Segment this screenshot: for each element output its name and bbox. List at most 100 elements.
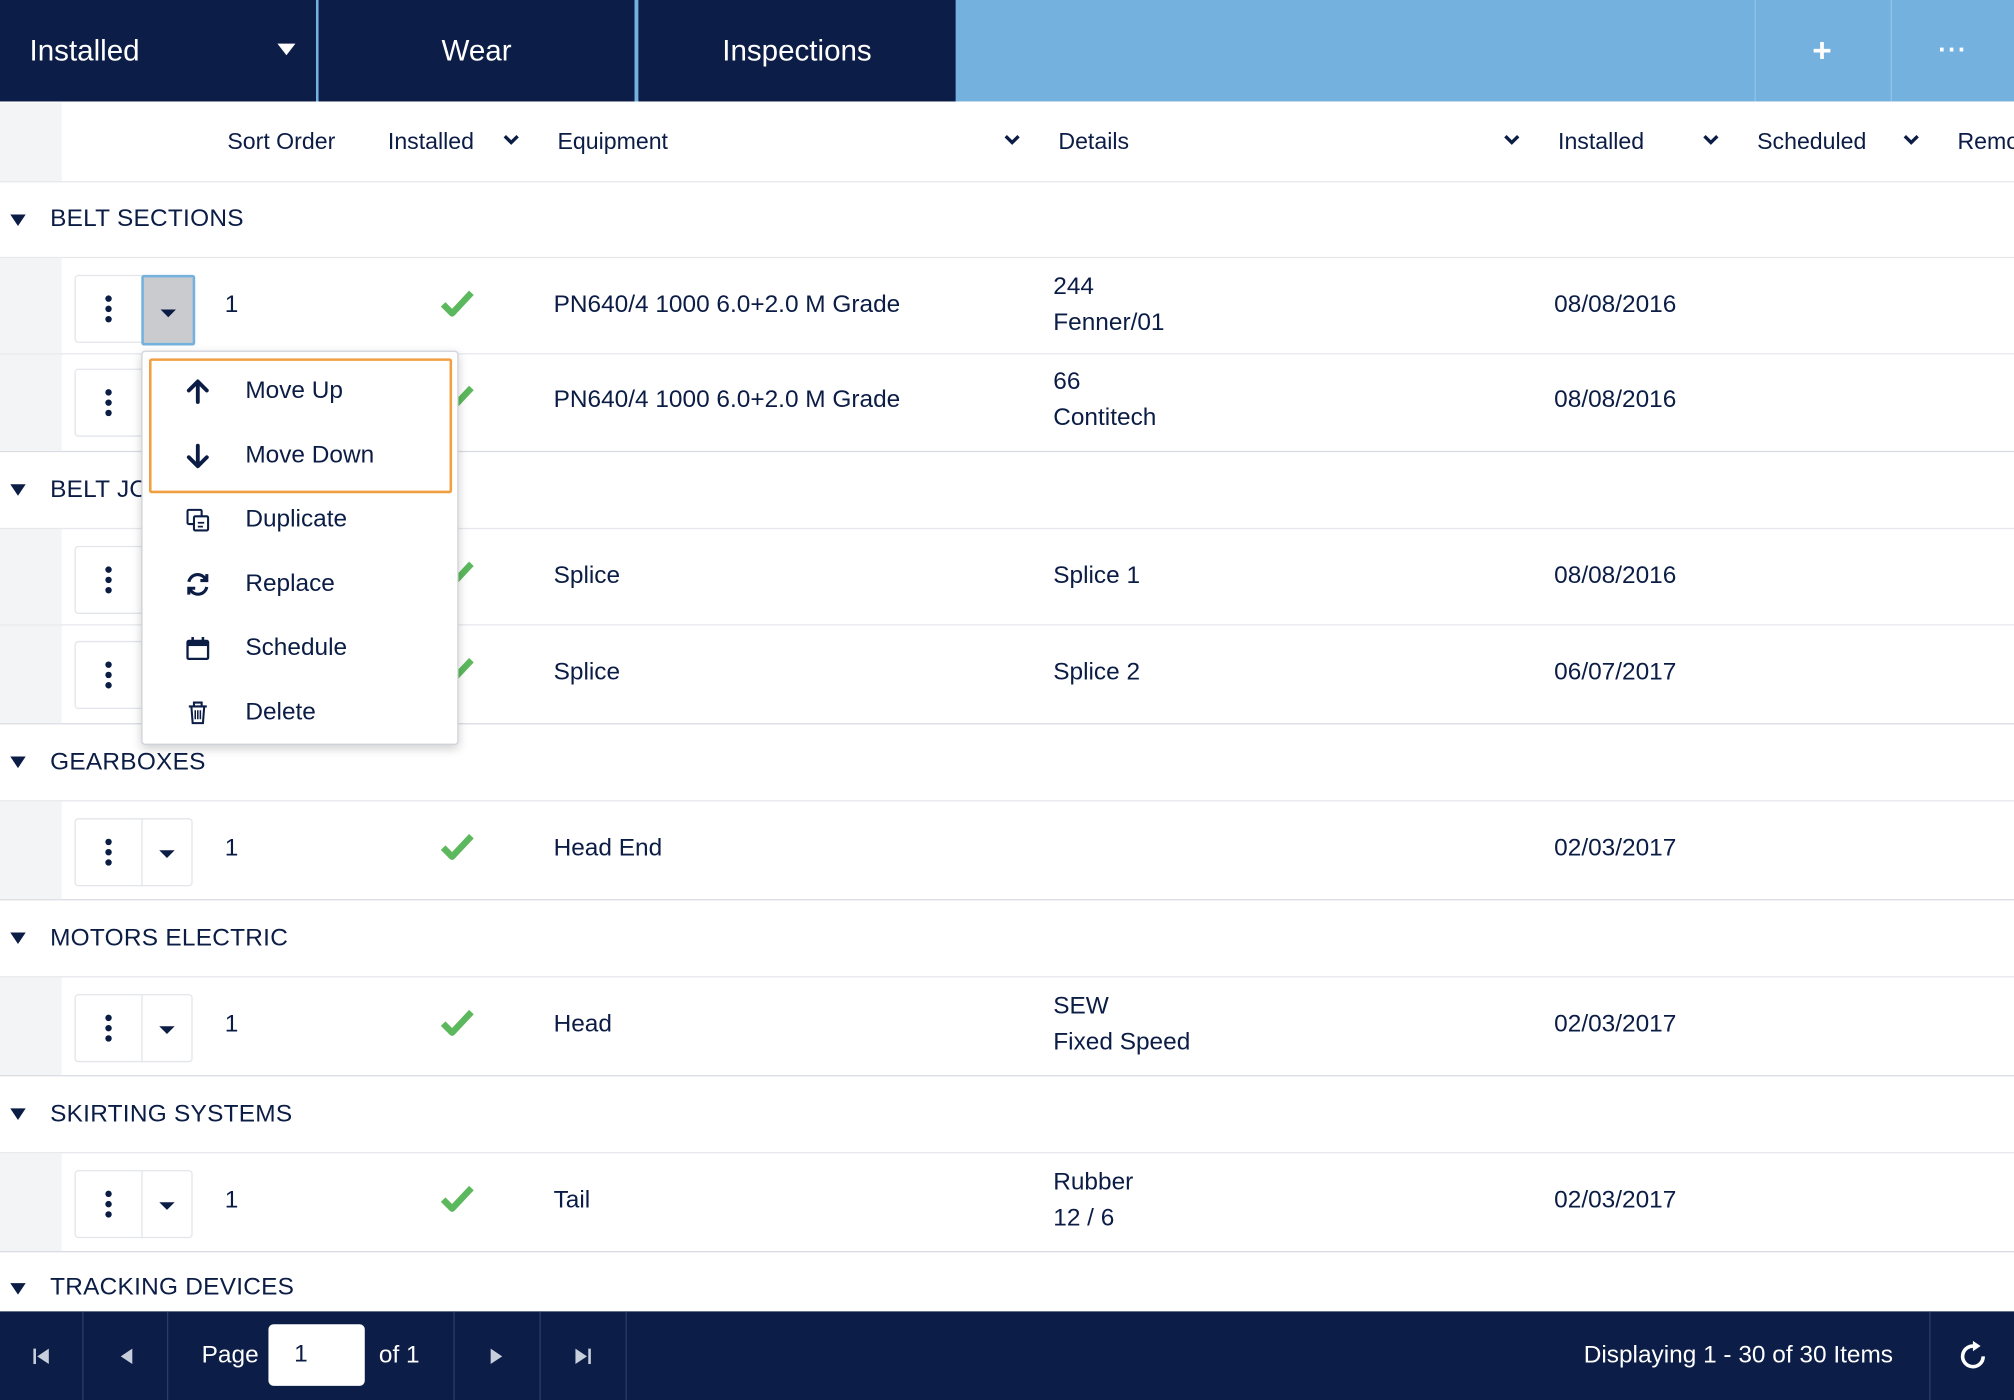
next-icon [490,1347,503,1364]
column-header-sort-order[interactable]: Sort Order [227,103,335,181]
details-line1: Splice 2 [1053,658,1141,686]
arrow-down-icon [186,443,209,469]
tab-inspections[interactable]: Inspections [638,0,956,102]
kebab-menu-icon[interactable] [76,995,142,1061]
checkmark-icon [440,1185,474,1212]
menu-item-label: Duplicate [245,506,348,534]
kebab-menu-icon[interactable] [76,642,142,708]
plus-icon: + [1812,30,1832,70]
row-gutter [0,1153,62,1252]
menu-item-label: Delete [245,698,316,726]
tab-installed[interactable]: Installed [0,0,316,102]
collapse-triangle-icon[interactable] [10,1108,26,1120]
menu-item-move-up[interactable]: Move Up [143,360,458,424]
sort-order-cell: 1 [224,1010,239,1038]
kebab-menu-icon[interactable] [76,819,142,885]
details-line1: 66 [1053,368,1081,396]
group-header-tracking-devices[interactable]: TRACKING DEVICES [0,1252,2014,1316]
group-header-belt-sections[interactable]: BELT SECTIONS [0,182,2014,259]
sort-order-cell: 1 [224,291,239,319]
equipment-cell: PN640/4 1000 6.0+2.0 M Grade [553,291,901,319]
details-line1: 244 [1053,273,1094,301]
last-page-button[interactable] [541,1311,627,1400]
refresh-icon [187,573,209,596]
kebab-menu-icon[interactable] [76,547,142,613]
details-line1: Splice 1 [1053,562,1141,590]
tab-wear[interactable]: Wear [318,0,635,102]
column-header-installed[interactable]: Installed [388,103,474,181]
tab-wear-label: Wear [441,33,512,67]
sort-order-cell: 1 [224,834,239,862]
column-header-details[interactable]: Details [1058,103,1129,181]
row-actions [74,994,193,1063]
menu-item-duplicate[interactable]: Duplicate [143,488,458,552]
installed-date-cell: 02/03/2017 [1554,1010,1677,1038]
caret-down-icon [277,43,296,56]
row-gutter [0,258,62,354]
first-page-button[interactable] [0,1311,84,1400]
row-dropdown-button[interactable] [141,819,191,885]
pager-bar: Page of 1 Displaying 1 - 30 of 30 Items [0,1311,2014,1400]
collapse-triangle-icon[interactable] [10,1283,26,1295]
duplicate-icon [186,508,210,532]
page-label: Page [201,1341,259,1369]
equipment-cell: Head [553,1010,612,1038]
chevron-down-icon[interactable] [502,131,520,149]
refresh-button[interactable] [1929,1311,2014,1400]
group-name: TRACKING DEVICES [50,1274,295,1302]
chevron-down-icon[interactable] [1503,131,1521,149]
kebab-menu-icon[interactable] [76,276,142,342]
previous-icon [120,1347,132,1364]
menu-item-move-down[interactable]: Move Down [143,424,458,488]
row-gutter [0,801,62,900]
add-button[interactable]: + [1754,0,1889,102]
installed-date-cell: 08/08/2016 [1554,291,1677,319]
chevron-down-icon[interactable] [1902,131,1920,149]
group-header-motors-electric[interactable]: MOTORS ELECTRIC [0,900,2014,978]
collapse-triangle-icon[interactable] [10,484,26,496]
row-gutter [0,354,62,451]
collapse-triangle-icon[interactable] [10,932,26,945]
chevron-down-icon[interactable] [1702,131,1720,149]
details-line2: 12 / 6 [1053,1204,1115,1232]
collapse-triangle-icon[interactable] [10,756,26,769]
row-gutter [0,529,62,625]
sort-order-cell: 1 [224,1186,239,1214]
collapse-triangle-icon[interactable] [10,214,26,227]
kebab-menu-icon[interactable] [76,1171,142,1237]
prev-page-button[interactable] [83,1311,169,1400]
equipment-cell: Tail [553,1186,591,1214]
column-header-removed[interactable]: Remo [1957,103,2014,181]
pager-summary: Displaying 1 - 30 of 30 Items [1583,1341,1894,1369]
chevron-down-icon[interactable] [1003,131,1021,149]
equipment-cell: Splice [553,658,621,686]
equipment-cell: Head End [553,834,663,862]
row-dropdown-button[interactable] [141,1171,191,1237]
column-header-equipment[interactable]: Equipment [557,103,668,181]
column-header-scheduled[interactable]: Scheduled [1757,103,1866,181]
trash-icon [188,701,207,725]
installed-date-cell: 08/08/2016 [1554,386,1677,414]
column-header-installed-date[interactable]: Installed [1558,103,1644,181]
details-line1: SEW [1053,992,1109,1020]
menu-item-schedule[interactable]: Schedule [143,617,458,681]
menu-item-replace[interactable]: Replace [143,552,458,616]
menu-item-delete[interactable]: Delete [143,681,458,745]
row-gutter [0,977,62,1076]
kebab-menu-icon[interactable] [76,370,142,436]
next-page-button[interactable] [453,1311,541,1400]
table-row[interactable]: 1 Tail Rubber 12 / 6 02/03/2017 [0,1153,2014,1253]
row-dropdown-button[interactable] [141,274,196,346]
page-number-input[interactable] [268,1324,365,1386]
row-gutter [0,625,62,724]
group-header-skirting-systems[interactable]: SKIRTING SYSTEMS [0,1076,2014,1154]
ellipsis-icon: ··· [1938,35,1968,65]
tab-inspections-label: Inspections [722,33,872,67]
table-row[interactable]: 1 Head End 02/03/2017 [0,801,2014,901]
table-row[interactable]: 1 Head SEW Fixed Speed 02/03/2017 [0,977,2014,1077]
table-row[interactable]: 1 PN640/4 1000 6.0+2.0 M Grade 244 Fenne… [0,258,2014,355]
installed-date-cell: 06/07/2017 [1554,658,1677,686]
installed-date-cell: 08/08/2016 [1554,562,1677,590]
more-options-button[interactable]: ··· [1890,0,2014,102]
row-dropdown-button[interactable] [141,995,191,1061]
